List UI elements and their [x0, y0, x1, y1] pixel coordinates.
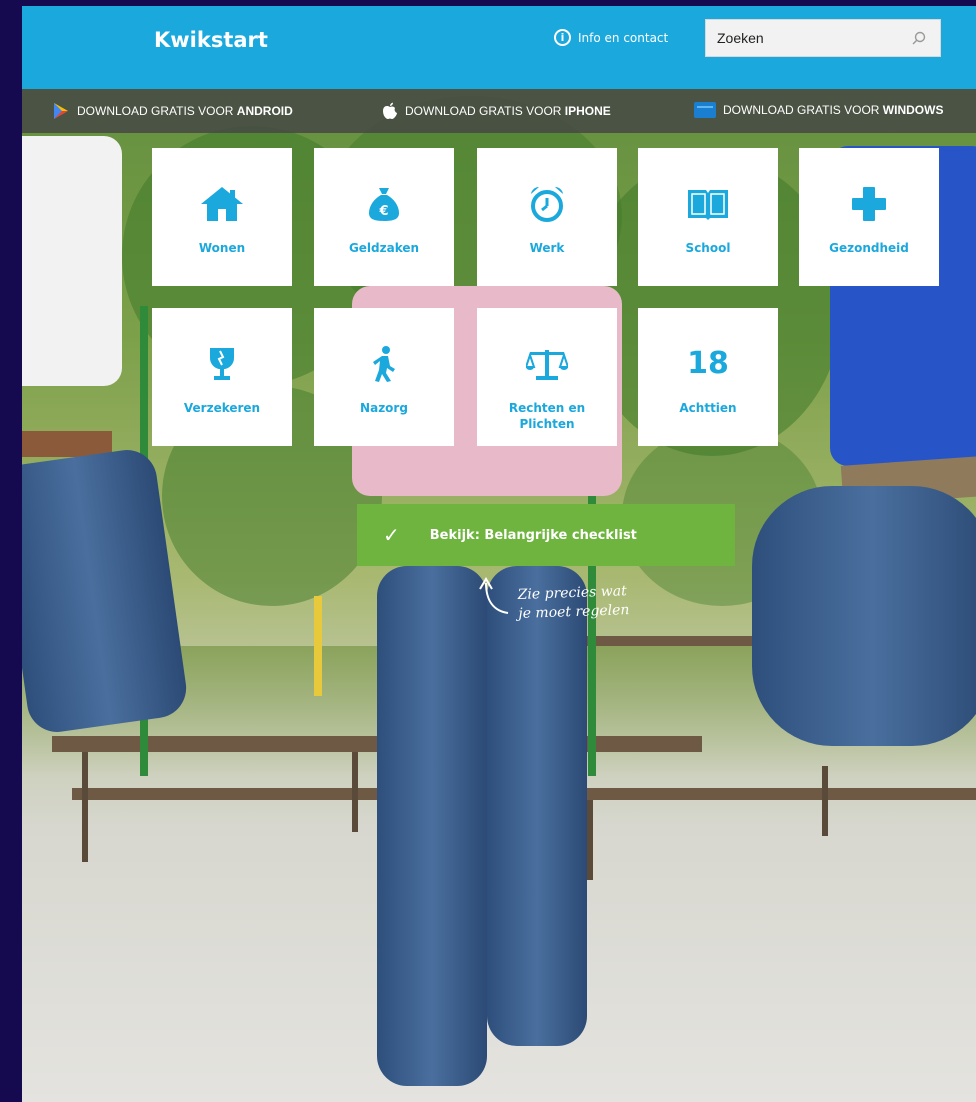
apple-icon: [383, 102, 397, 119]
eighteen-number: 18: [687, 346, 729, 381]
tile-label: Wonen: [198, 241, 246, 255]
tile-geldzaken[interactable]: € Geldzaken: [314, 148, 454, 286]
tile-rechten-en-plichten[interactable]: Rechten en Plichten: [477, 308, 617, 446]
alarm-clock-icon: [527, 186, 567, 222]
top-header: Kwikstart i Info en contact: [22, 6, 976, 89]
info-icon: i: [554, 29, 571, 46]
download-android-prefix: DOWNLOAD GRATIS VOOR: [77, 104, 237, 118]
download-windows-prefix: DOWNLOAD GRATIS VOOR: [723, 103, 883, 117]
download-windows-platform: WINDOWS: [882, 103, 944, 117]
tile-wonen[interactable]: Wonen: [152, 148, 292, 286]
download-iphone-platform: IPHONE: [564, 104, 611, 118]
hint-line-2: je moet regelen: [518, 602, 630, 622]
google-play-icon: [54, 103, 68, 119]
tile-label: Geldzaken: [348, 241, 420, 255]
tile-nazorg[interactable]: Nazorg: [314, 308, 454, 446]
tile-label: Werk: [529, 241, 565, 255]
curved-arrow-icon: [479, 577, 509, 614]
eighteen-icon: 18: [687, 346, 729, 382]
tile-achttien[interactable]: 18 Achttien: [638, 308, 778, 446]
download-android-link[interactable]: DOWNLOAD GRATIS VOOR ANDROID: [52, 102, 293, 120]
tile-verzekeren[interactable]: Verzekeren: [152, 308, 292, 446]
tile-label: Verzekeren: [183, 401, 261, 415]
download-iphone-prefix: DOWNLOAD GRATIS VOOR: [405, 104, 565, 118]
checklist-hint: Zie precies wat je moet regelen: [517, 582, 629, 624]
tile-school[interactable]: School: [638, 148, 778, 286]
windows-icon: [694, 102, 716, 118]
book-icon: [686, 186, 730, 222]
svg-text:€: €: [378, 204, 388, 219]
house-icon: [199, 186, 245, 222]
magnifier-icon[interactable]: [912, 31, 926, 45]
medical-cross-icon: [851, 186, 887, 222]
info-contact-link[interactable]: i Info en contact: [554, 29, 668, 46]
download-iphone-link[interactable]: DOWNLOAD GRATIS VOOR IPHONE: [382, 102, 611, 120]
tile-gezondheid[interactable]: Gezondheid: [799, 148, 939, 286]
site-logo[interactable]: Kwikstart: [154, 28, 268, 52]
download-android-platform: ANDROID: [236, 104, 293, 118]
info-contact-label: Info en contact: [578, 30, 669, 45]
tile-label: Rechten en Plichten: [508, 401, 586, 431]
tile-label: School: [685, 241, 731, 255]
checklist-button[interactable]: ✓ Bekijk: Belangrijke checklist: [357, 504, 735, 566]
walking-person-icon: [369, 346, 399, 382]
tile-label: Achttien: [679, 401, 737, 415]
tile-label: Nazorg: [360, 401, 408, 415]
money-bag-icon: €: [366, 186, 402, 222]
search-box[interactable]: [705, 19, 941, 57]
fragile-glass-icon: [207, 346, 237, 382]
checklist-label: Bekijk: Belangrijke checklist: [429, 527, 637, 543]
scales-icon: [526, 346, 568, 382]
tile-werk[interactable]: Werk: [477, 148, 617, 286]
search-input[interactable]: [706, 29, 909, 47]
tile-label: Gezondheid: [829, 241, 909, 255]
download-windows-link[interactable]: DOWNLOAD GRATIS VOOR WINDOWS: [694, 102, 943, 118]
download-bar: DOWNLOAD GRATIS VOOR ANDROID DOWNLOAD GR…: [22, 89, 976, 133]
page-frame: Kwikstart i Info en contact DOWNLOAD GRA…: [22, 6, 976, 1102]
checkmark-icon: ✓: [383, 523, 400, 547]
